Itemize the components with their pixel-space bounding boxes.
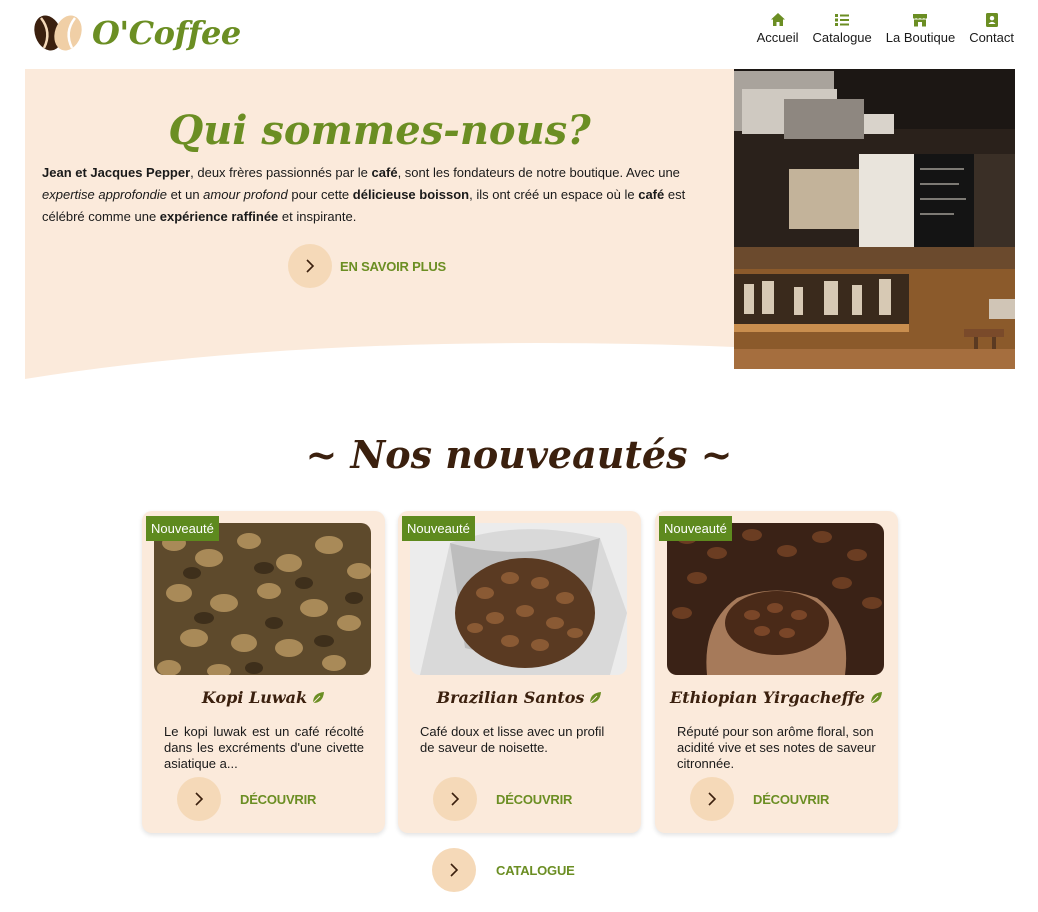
- product-card-kopi-luwak: Nouveauté Kopi Luwak Le kopi luwak est u…: [142, 511, 385, 833]
- product-card-brazilian-santos: Nouveauté Brazilian Santos Café doux et …: [398, 511, 641, 833]
- site-header: O'Coffee Accueil Catalogue La Boutique C…: [0, 0, 1038, 68]
- cta-label: EN SAVOIR PLUS: [340, 258, 447, 274]
- product-card-ethiopian-yirgacheffe: Nouveauté Ethiopian Yirgacheffe Réputé p…: [655, 511, 898, 833]
- new-badge: Nouveauté: [402, 516, 475, 541]
- product-description: Café doux et lisse avec un profil de sav…: [420, 724, 605, 755]
- decouvrir-button[interactable]: DÉCOUVRIR: [433, 777, 572, 821]
- decouvrir-button[interactable]: DÉCOUVRIR: [690, 777, 829, 821]
- product-name: Kopi Luwak: [142, 688, 385, 707]
- chevron-right-icon: [690, 777, 734, 821]
- decouvrir-button[interactable]: DÉCOUVRIR: [177, 777, 316, 821]
- list-icon: [835, 14, 850, 26]
- brazilian-santos-image: [410, 523, 627, 675]
- nav-item-contact[interactable]: Contact: [969, 12, 1014, 45]
- new-products-title: ~ Nos nouveautés ~: [305, 432, 733, 477]
- leaf-icon: [870, 691, 882, 703]
- leaf-icon: [312, 691, 325, 703]
- new-badge: Nouveauté: [146, 516, 219, 541]
- about-title: Qui sommes-nous?: [168, 107, 591, 154]
- chevron-right-icon: [177, 777, 221, 821]
- main-nav: Accueil Catalogue La Boutique Contact: [757, 12, 1014, 45]
- new-badge: Nouveauté: [659, 516, 732, 541]
- chevron-right-icon: [433, 777, 477, 821]
- catalogue-button[interactable]: CATALOGUE: [432, 848, 575, 892]
- brand-name: O'Coffee: [92, 14, 241, 52]
- ethiopian-yirgacheffe-image: [667, 523, 884, 675]
- store-icon: [913, 14, 928, 27]
- product-description: Le kopi luwak est un café récolté dans l…: [164, 724, 364, 771]
- cta-label: DÉCOUVRIR: [240, 791, 317, 807]
- product-name: Ethiopian Yirgacheffe: [655, 688, 898, 707]
- cta-label: CATALOGUE: [496, 862, 575, 878]
- en-savoir-plus-button[interactable]: EN SAVOIR PLUS: [288, 244, 446, 288]
- nav-label: Catalogue: [812, 30, 872, 45]
- about-text: Jean et Jacques Pepper, deux frères pass…: [42, 165, 686, 224]
- cafe-interior-image: [734, 69, 1015, 369]
- nav-item-la-boutique[interactable]: La Boutique: [886, 12, 955, 45]
- chevron-right-icon: [432, 848, 476, 892]
- kopi-luwak-image: [154, 523, 371, 675]
- cta-label: DÉCOUVRIR: [753, 791, 830, 807]
- leaf-icon: [590, 691, 602, 703]
- nav-item-catalogue[interactable]: Catalogue: [813, 12, 872, 45]
- nav-label: Contact: [969, 30, 1014, 45]
- nav-item-accueil[interactable]: Accueil: [757, 12, 799, 45]
- nav-label: Accueil: [756, 30, 799, 45]
- product-description: Réputé pour son arôme floral, son acidit…: [677, 724, 876, 771]
- nav-label: La Boutique: [885, 30, 956, 45]
- chevron-right-icon: [288, 244, 332, 288]
- logo[interactable]: O'Coffee: [32, 10, 241, 56]
- product-name: Brazilian Santos: [398, 688, 641, 707]
- about-section: Qui sommes-nous? Jean et Jacques Pepper,…: [25, 69, 734, 379]
- coffee-bean-logo-icon: [34, 15, 82, 51]
- cta-label: DÉCOUVRIR: [496, 791, 573, 807]
- home-icon: [770, 13, 785, 26]
- contact-card-icon: [985, 13, 998, 27]
